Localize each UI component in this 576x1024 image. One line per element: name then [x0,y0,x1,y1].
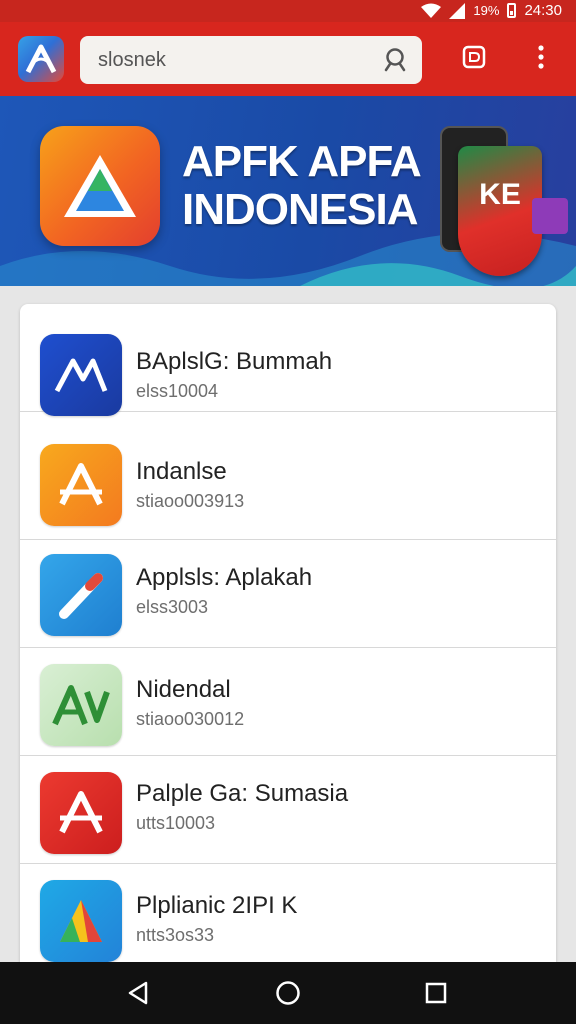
navigation-bar [0,962,576,1024]
app-icon [40,664,122,746]
toolbar: slosnek [0,22,576,96]
download-icon[interactable] [462,44,486,70]
shield-text: KE [479,178,521,211]
battery-icon [507,3,517,18]
app-title: BAplslG: Bummah [136,348,333,375]
back-icon[interactable] [126,980,150,1006]
app-list: BAplslG: Bummah elss10004 Indanlse stiao… [20,304,556,1004]
battery-percent: 19% [473,3,500,18]
app-icon [40,334,122,416]
list-item[interactable]: BAplslG: Bummah elss10004 [20,304,556,416]
banner-title-line2: INDONESIA [182,185,418,234]
app-subtitle: elss10004 [136,381,219,401]
app-subtitle: stiaoo030012 [136,709,245,729]
signal-icon [449,2,466,19]
list-item[interactable]: Indanlse stiaoo003913 [20,432,556,540]
status-bar: 19% 24:30 [0,0,576,22]
list-item[interactable]: Palple Ga: Sumasia utts10003 [20,756,556,864]
wifi-icon [421,3,442,18]
app-title: Nidendal [136,676,231,703]
app-subtitle: utts10003 [136,813,216,833]
list-item[interactable]: Nidendal stiaoo030012 [20,648,556,756]
app-subtitle: elss3003 [136,597,209,617]
banner-app-logo [40,126,160,246]
app-logo[interactable] [18,36,64,82]
banner-title: APFK APFA INDONESIA [182,137,422,234]
status-time: 24:30 [524,2,562,19]
shield-illustration: KE [458,146,542,276]
app-title: Applsls: Aplakah [136,564,313,591]
app-subtitle: ntts3os33 [136,925,215,945]
promo-banner[interactable]: APFK APFA INDONESIA KE [0,96,576,286]
app-icon [40,554,122,636]
search-text: slosnek [98,49,166,71]
banner-badge [532,198,568,234]
app-subtitle: stiaoo003913 [136,491,245,511]
list-item[interactable]: Applsls: Aplakah elss3003 [20,540,556,648]
more-icon[interactable] [536,44,546,70]
recents-icon[interactable] [424,980,448,1006]
app-icon [40,880,122,962]
search-icon[interactable] [382,47,408,73]
app-icon [40,772,122,854]
search-input[interactable]: slosnek [80,36,422,84]
app-icon [40,444,122,526]
banner-title-line1: APFK APFA [182,137,422,186]
app-title: Plplianic 2IPI K [136,892,298,919]
home-icon[interactable] [275,980,301,1006]
app-title: Indanlse [136,458,227,485]
app-title: Palple Ga: Sumasia [136,780,349,807]
